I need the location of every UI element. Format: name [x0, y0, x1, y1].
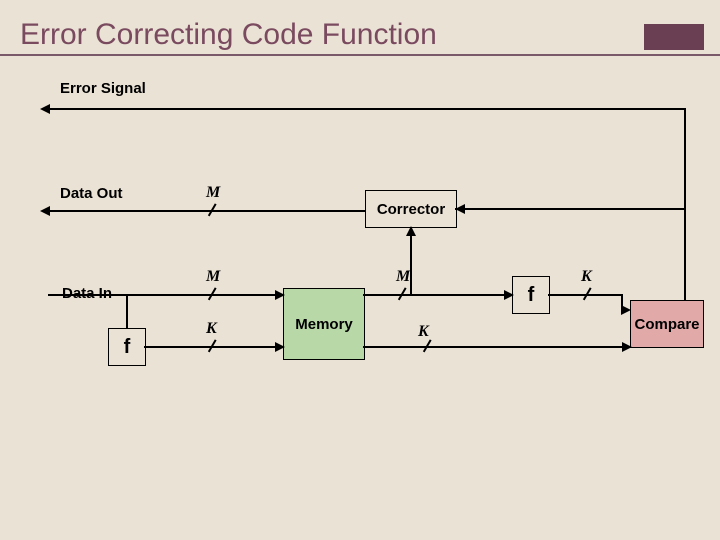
- block-corrector: Corrector: [365, 190, 457, 228]
- arrowhead-memory-in-m: [275, 290, 285, 300]
- wire-mem-out-k: [363, 346, 622, 348]
- wire-error-signal-h: [48, 108, 685, 110]
- bus-label-k3: K: [581, 268, 592, 286]
- wire-to-corrector-v: [410, 234, 412, 295]
- arrowhead-error-signal: [40, 104, 50, 114]
- wire-mem-out-m: [363, 294, 512, 296]
- wire-error-signal-v: [684, 108, 686, 300]
- bus-label-m3: M: [396, 268, 410, 286]
- page-title: Error Correcting Code Function: [20, 18, 437, 52]
- wire-data-out: [48, 210, 365, 212]
- arrowhead-corrector-right: [455, 204, 465, 214]
- block-memory: Memory: [283, 288, 365, 360]
- arrowhead-memory-in-k: [275, 342, 285, 352]
- block-f2: f: [512, 276, 550, 314]
- block-f1: f: [108, 328, 146, 366]
- ecc-diagram: Error Signal Data Out Data In Corrector …: [0, 60, 720, 540]
- corner-block: [644, 24, 704, 50]
- arrowhead-compare-in-k: [622, 342, 632, 352]
- wire-data-in-m: [48, 294, 283, 296]
- bus-label-k1: K: [206, 320, 217, 338]
- bus-label-m1: M: [206, 184, 220, 202]
- label-data-out: Data Out: [60, 185, 123, 202]
- arrowhead-data-out: [40, 206, 50, 216]
- wire-compare-to-corrector-h: [455, 208, 685, 210]
- wire-data-in-branch-v: [126, 294, 128, 329]
- block-compare: Compare: [630, 300, 704, 348]
- arrowhead-compare-in-upper: [621, 305, 631, 315]
- bus-label-m2: M: [206, 268, 220, 286]
- arrowhead-corrector-in: [406, 226, 416, 236]
- arrowhead-f2-in: [504, 290, 514, 300]
- title-bar: Error Correcting Code Function: [0, 10, 720, 56]
- bus-label-k2: K: [418, 323, 429, 341]
- label-error-signal: Error Signal: [60, 80, 146, 97]
